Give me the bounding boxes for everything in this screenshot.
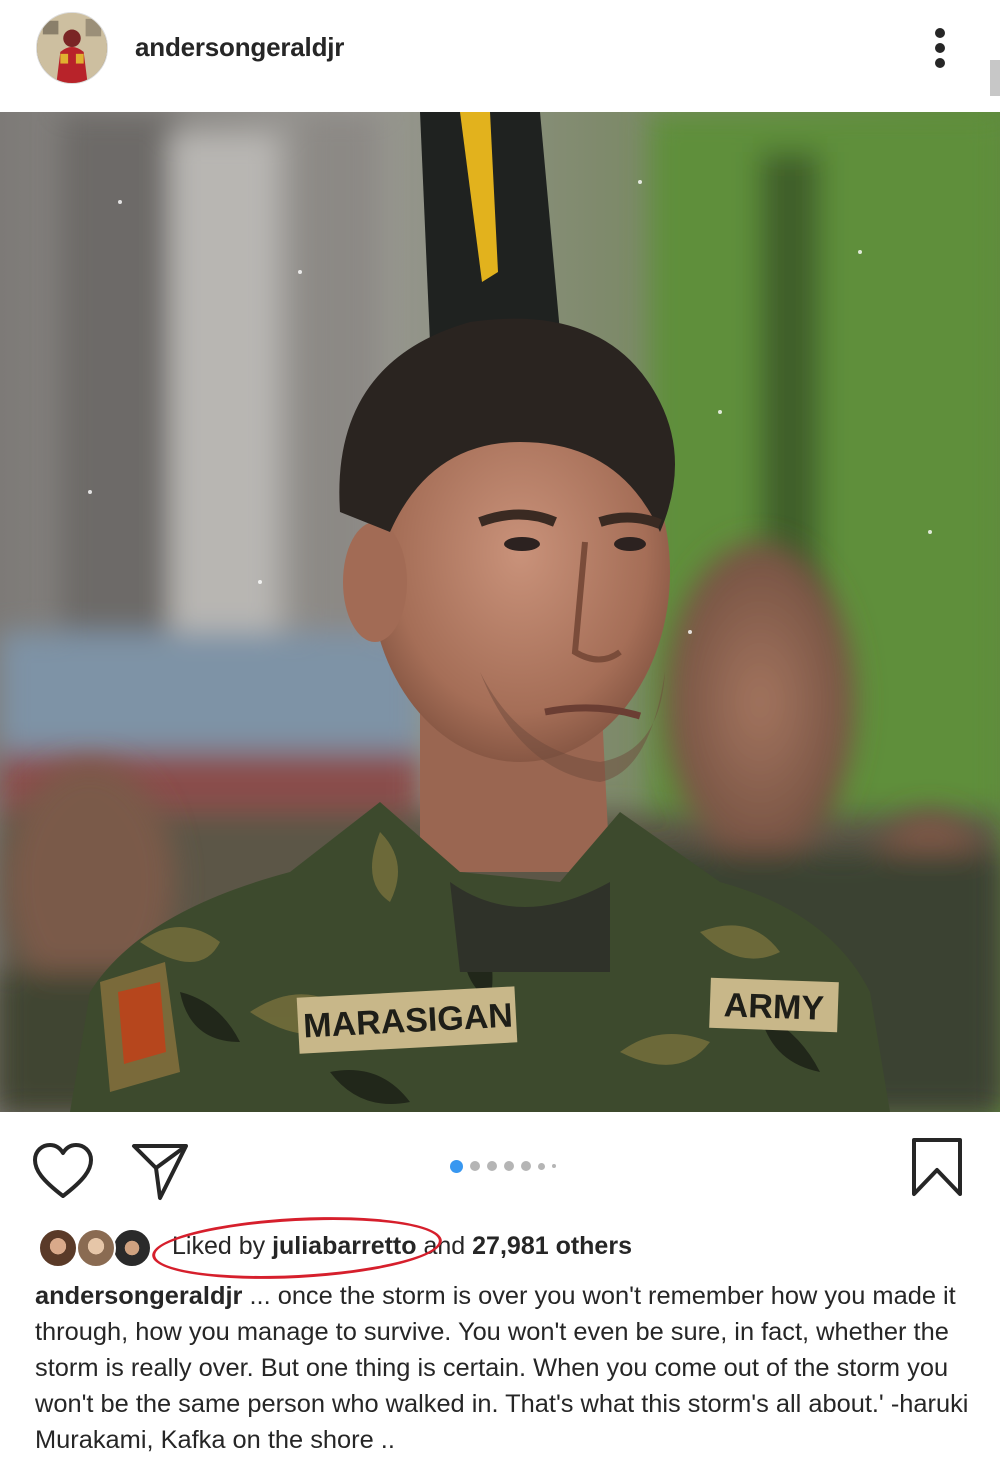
post-username[interactable]: andersongeraldjr (135, 32, 344, 63)
post-actions (0, 1112, 1000, 1222)
more-vertical-icon[interactable] (926, 26, 956, 70)
carousel-dot (470, 1161, 480, 1171)
liker-avatar[interactable] (76, 1228, 116, 1268)
carousel-dot (521, 1161, 531, 1171)
profile-avatar[interactable] (36, 12, 108, 84)
scrollbar[interactable] (990, 60, 1000, 96)
send-icon[interactable] (130, 1140, 190, 1202)
post-caption: andersongeraldjr ... once the storm is o… (35, 1278, 975, 1458)
carousel-dot (538, 1162, 545, 1170)
post-photo[interactable]: MARASIGAN ARMY (0, 112, 1000, 1112)
carousel-dot (552, 1164, 556, 1168)
uniform-branch-patch: ARMY (723, 986, 825, 1027)
carousel-dot (504, 1161, 514, 1171)
carousel-indicator (450, 1158, 556, 1174)
carousel-dot (487, 1161, 497, 1171)
heart-icon[interactable] (32, 1142, 94, 1200)
liker-avatar[interactable] (112, 1228, 152, 1268)
liked-by-user[interactable]: juliabarretto (272, 1232, 416, 1260)
liked-by-and: and (416, 1232, 473, 1260)
carousel-dot-active (450, 1159, 463, 1173)
liker-avatar[interactable] (38, 1228, 78, 1268)
bookmark-icon[interactable] (908, 1136, 966, 1198)
liked-by-prefix: Liked by (172, 1232, 273, 1260)
likes-count[interactable]: 27,981 others (472, 1232, 632, 1260)
liked-by-text[interactable]: Liked by juliabarretto and 27,981 others (172, 1232, 632, 1261)
post-header: andersongeraldjr (0, 0, 1000, 112)
caption-username[interactable]: andersongeraldjr (35, 1282, 242, 1310)
likes-row: Liked by juliabarretto and 27,981 others (0, 1210, 1000, 1286)
